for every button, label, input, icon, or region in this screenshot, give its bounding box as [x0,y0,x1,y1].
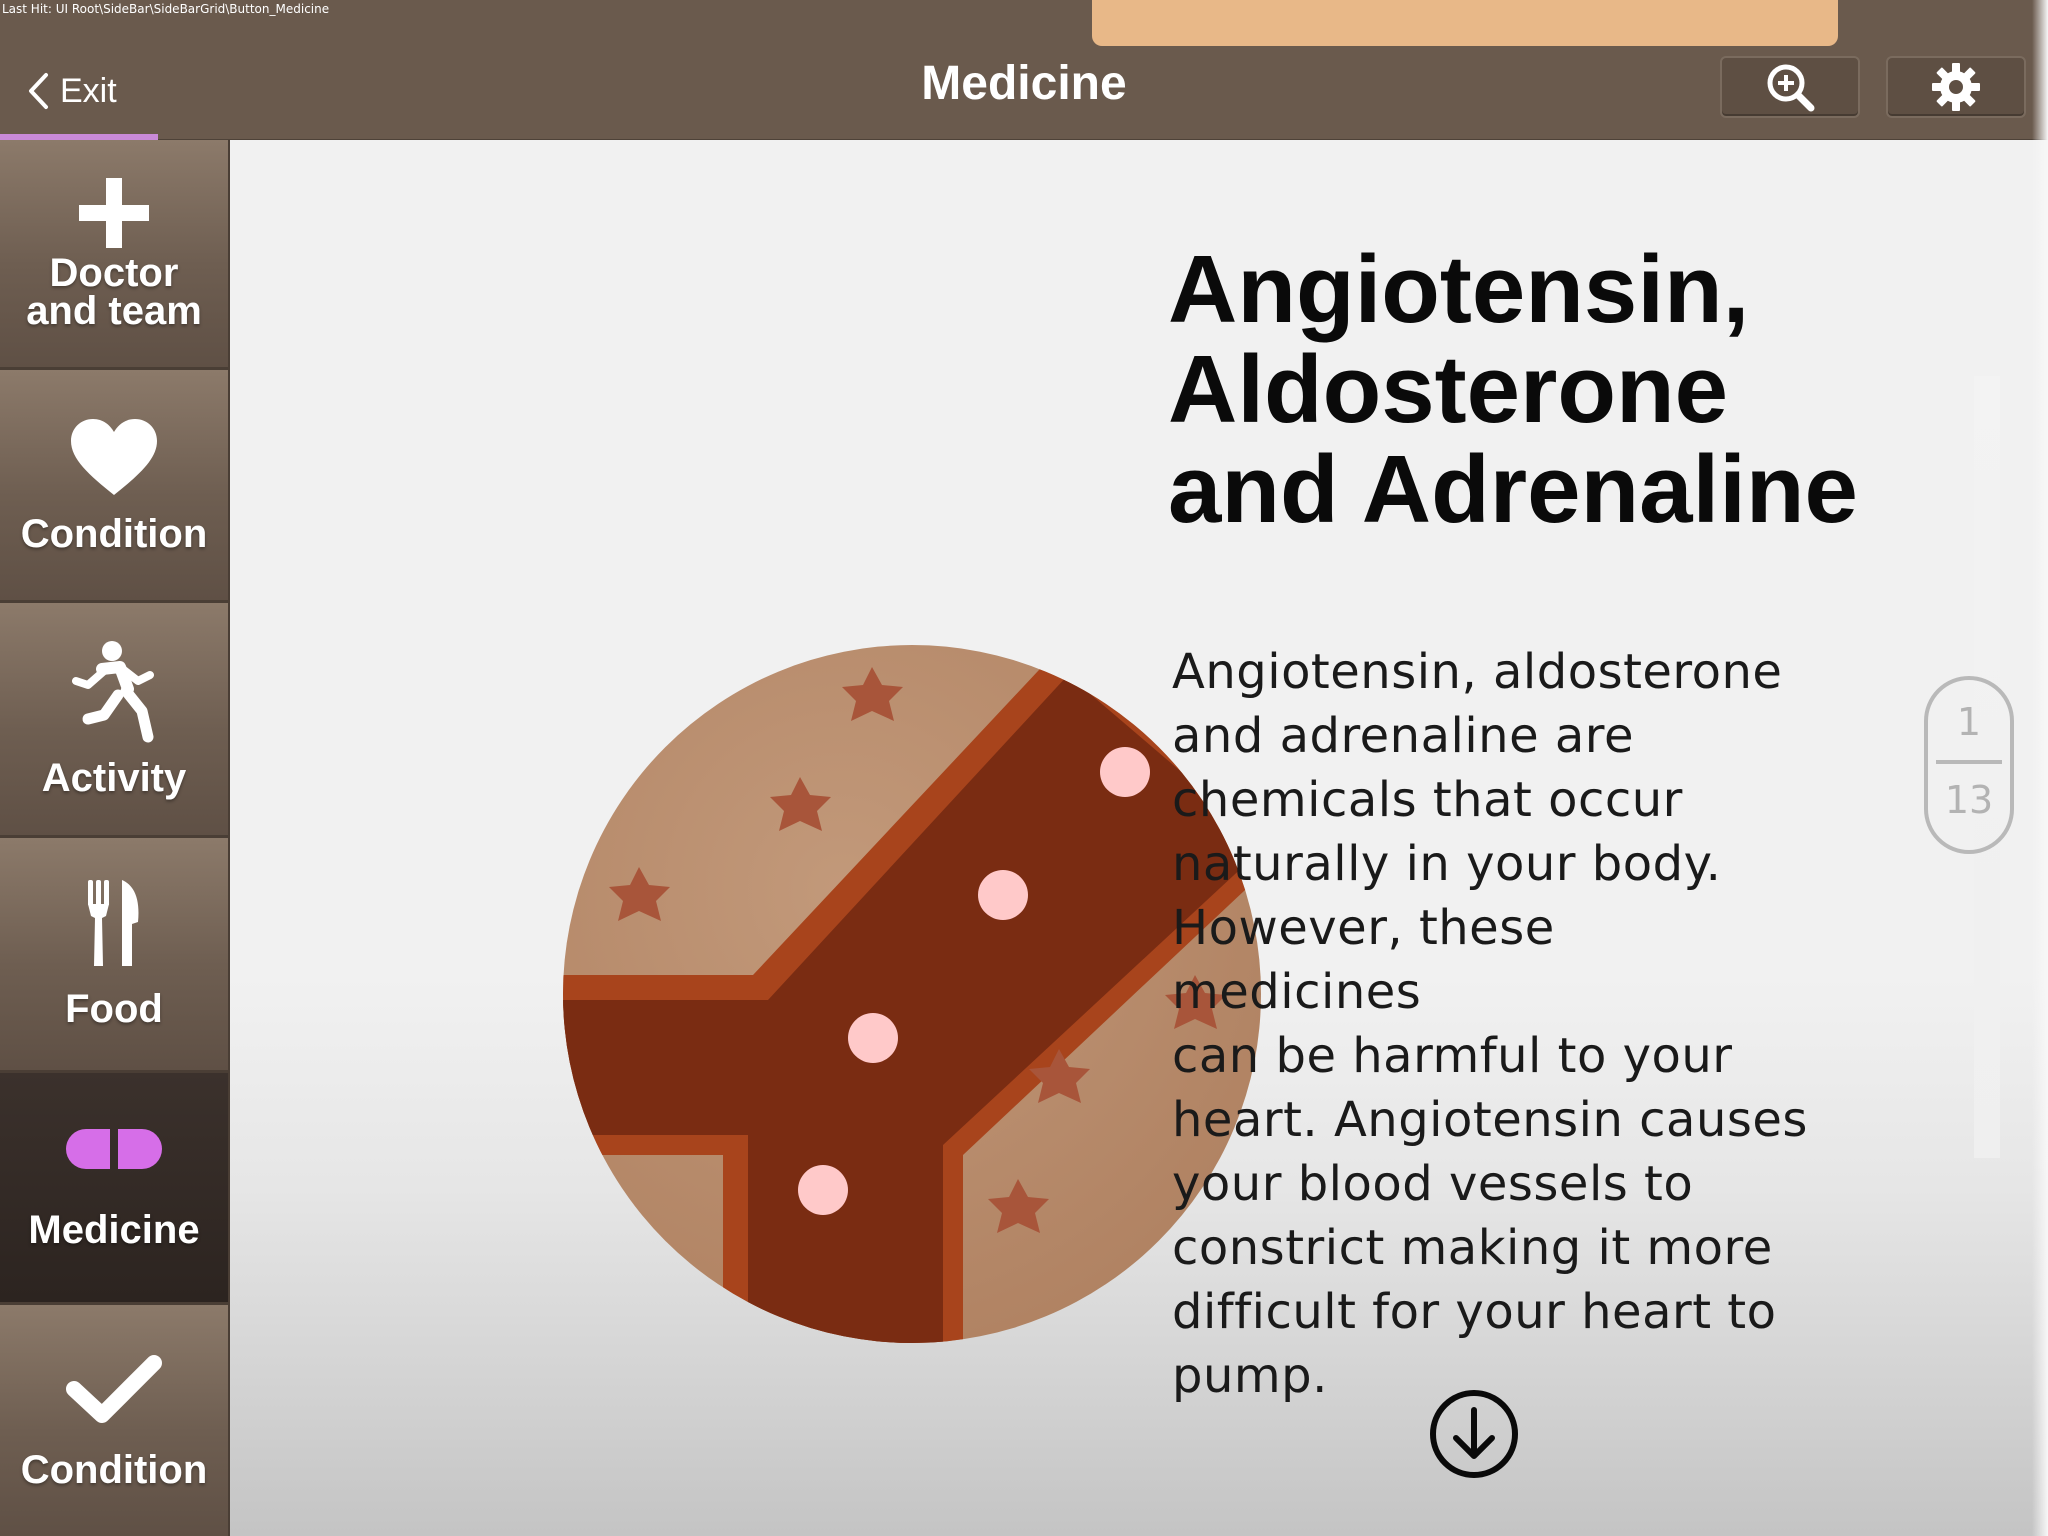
article-title: Angiotensin, Aldosterone and Adrenaline [1168,236,1858,543]
sidebar-item-food[interactable]: Food [0,838,230,1073]
plus-icon [79,177,149,248]
sidebar-item-label: Medicine [28,1207,200,1252]
zoom-button[interactable] [1720,56,1860,118]
pill-icon [66,1128,162,1169]
top-bar: Exit Medicine [0,0,2048,140]
top-pull-tab[interactable] [1092,0,1838,46]
article-body-line: heart. Angiotensin causes [1172,1092,1808,1148]
page-indicator: 1 13 [1924,676,2014,854]
article-body-line: However, these medicines [1172,900,1555,1020]
heart-icon [71,419,157,495]
running-person-icon [72,641,154,743]
gear-icon [1932,63,1980,111]
sidebar-item-activity[interactable]: Activity [0,603,230,838]
article-body-line: naturally in your body. [1172,836,1722,892]
right-edge-shadow [2032,0,2048,1536]
sidebar-item-label: Condition [20,1447,208,1492]
article-body: Angiotensin, aldosterone and adrenaline … [1172,640,1812,1408]
page-current: 1 [1956,700,1982,744]
blood-vessel-illustration [563,645,1261,1343]
article-body-line: your blood vessels to [1172,1156,1694,1212]
article-body-line: Angiotensin, aldosterone [1172,644,1783,700]
debug-last-hit-label: Last Hit: UI Root\SideBar\SideBarGrid\Bu… [2,2,330,16]
zoom-in-icon [1767,64,1815,112]
settings-button[interactable] [1886,56,2026,118]
sidebar-item-label: Condition [20,512,208,556]
sidebar-item-label: Food [65,987,163,1031]
page-divider [1936,760,2002,764]
article-body-line: difficult for your heart to [1172,1284,1777,1340]
sidebar-item-doctor-and-team[interactable]: Doctor and team [0,140,230,370]
article-body-line: constrict making it more [1172,1220,1773,1276]
article-body-line: chemicals that occur [1172,772,1683,828]
article-body-line: can be harmful to your [1172,1028,1733,1084]
sidebar-item-condition[interactable]: Condition [0,370,230,603]
sidebar-item-medicine[interactable]: Medicine [0,1073,230,1305]
page-total: 13 [1944,778,1994,822]
sidebar: Doctor and team Condition Activity Food … [0,140,230,1536]
sidebar-item-label: Doctor and team [26,250,202,333]
arrow-down-circle-icon [1430,1390,1518,1478]
sidebar-item-label: Activity [41,756,187,800]
sidebar-item-condition-check[interactable]: Condition [0,1305,230,1536]
scroll-down-button[interactable] [1428,1388,1520,1480]
fork-knife-icon [88,880,139,966]
article-body-line: and adrenaline are [1172,708,1634,764]
checkmark-icon [66,1354,162,1423]
